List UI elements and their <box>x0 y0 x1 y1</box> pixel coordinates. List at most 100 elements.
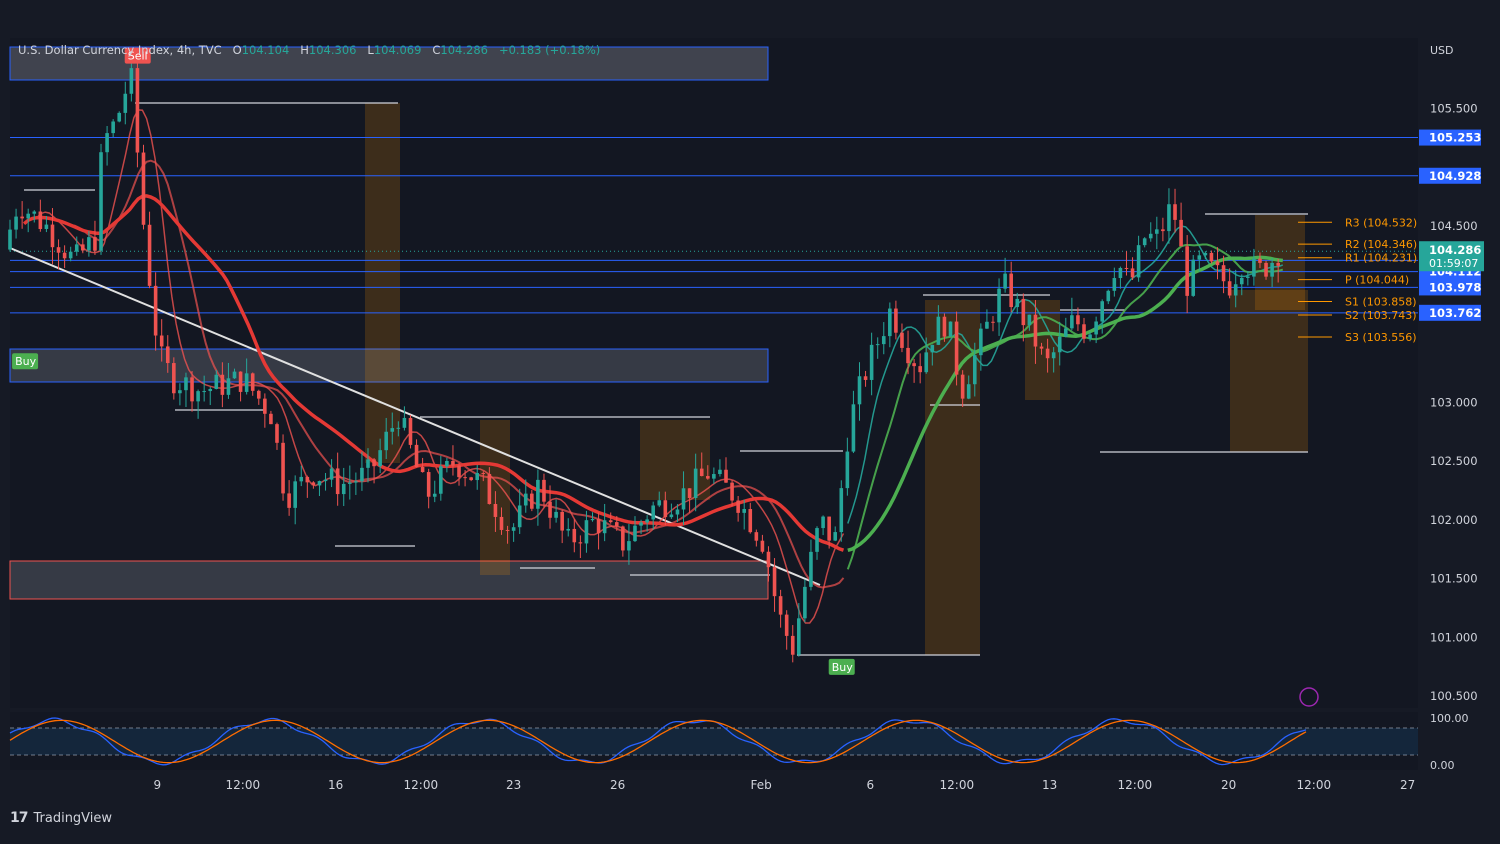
candle-body <box>329 468 334 480</box>
candle-body <box>184 377 188 391</box>
candle-body <box>554 511 558 518</box>
candle-body <box>366 459 370 468</box>
symbol-title[interactable]: U.S. Dollar Currency Index, 4h, TVC <box>18 43 222 57</box>
candle-body <box>269 413 273 425</box>
price-badge-label: 103.762 <box>1429 306 1481 320</box>
candle-body <box>305 476 310 483</box>
candle-body <box>602 520 607 534</box>
candle-body <box>281 442 285 494</box>
candle-body <box>881 336 886 345</box>
candle-body <box>360 467 364 482</box>
candle-body <box>699 468 704 477</box>
candle-body <box>530 493 534 509</box>
pivot-label-1: R2 (104.346) <box>1345 238 1417 251</box>
candle-body <box>1167 204 1171 232</box>
candle-body <box>1215 261 1220 266</box>
candle-body <box>1027 314 1032 326</box>
candle-body <box>1276 262 1280 266</box>
candle-body <box>566 528 571 531</box>
candle-body <box>1076 315 1080 325</box>
candle-body <box>724 469 728 483</box>
candle-body <box>390 428 395 432</box>
candle-body <box>1191 259 1196 296</box>
candle-body <box>560 511 564 531</box>
price-badge-label: 104.928 <box>1429 169 1481 183</box>
candle-body <box>475 473 480 481</box>
candle-body <box>50 224 55 248</box>
candle-body <box>1051 352 1056 359</box>
candle-body <box>517 505 522 528</box>
candle-body <box>1155 229 1159 234</box>
candle-body <box>202 391 206 393</box>
candle-body <box>1039 346 1044 349</box>
candle-body <box>1173 204 1177 220</box>
candle-body <box>111 121 115 134</box>
candle-body <box>8 229 12 250</box>
countdown-label: 01:59:07 <box>1429 257 1478 270</box>
candle-body <box>402 417 407 428</box>
high-label: H <box>300 43 309 57</box>
candle-body <box>123 93 128 113</box>
candle-body <box>1045 348 1050 359</box>
candle-body <box>712 474 716 479</box>
candle-body <box>1094 321 1098 335</box>
high-value: 104.306 <box>308 43 357 57</box>
zone-box-bottom <box>9 560 769 600</box>
candle-body <box>754 532 759 541</box>
candle-body <box>1185 246 1189 296</box>
candle-body <box>208 388 213 392</box>
candle-body <box>74 244 79 252</box>
candle-body <box>924 352 929 373</box>
low-value: 104.069 <box>373 43 422 57</box>
y-tick-label: 101.000 <box>1430 630 1478 644</box>
candle-body <box>948 321 953 337</box>
candle-body <box>681 488 686 510</box>
candle-body <box>499 516 504 530</box>
candle-body <box>32 211 37 214</box>
candle-body <box>693 468 698 499</box>
candle-body <box>1130 268 1135 278</box>
x-tick-label: 13 <box>1042 778 1057 792</box>
change-value: +0.183 (+0.18%) <box>498 43 601 57</box>
candle-body <box>159 335 164 347</box>
tradingview-logo[interactable]: 17 TradingView <box>10 810 112 826</box>
candle-body <box>748 509 753 533</box>
candle-body <box>190 377 194 402</box>
candle-body <box>718 469 722 475</box>
brand-label: TradingView <box>33 810 113 826</box>
candle-body <box>675 509 680 515</box>
candle-body <box>62 252 67 259</box>
candle-body <box>341 483 346 495</box>
candle-body <box>299 476 304 482</box>
stoch-level-label: 0.00 <box>1430 759 1455 772</box>
candle-body <box>105 133 109 153</box>
candle-body <box>432 493 437 497</box>
candle-body <box>335 468 340 495</box>
candle-body <box>93 237 97 251</box>
candle-body <box>596 519 601 534</box>
candle-body <box>196 391 200 402</box>
candle-body <box>657 500 662 506</box>
candle-body <box>572 528 577 543</box>
x-tick-label: Feb <box>751 778 772 792</box>
x-tick-label: 12:00 <box>404 778 439 792</box>
candle-body <box>1009 273 1013 308</box>
pivot-label-5: S2 (103.743) <box>1345 309 1417 322</box>
chart-canvas[interactable]: R3 (104.532) R2 (104.346)R1 (104.231) P (1… <box>0 0 1500 844</box>
x-tick-label: 16 <box>328 778 343 792</box>
candle-body <box>275 424 279 443</box>
x-tick-label: 20 <box>1221 778 1236 792</box>
x-tick-label: 27 <box>1400 778 1415 792</box>
candle-body <box>129 68 134 94</box>
candle-body <box>1118 267 1123 279</box>
candle-body <box>821 516 825 529</box>
candle-body <box>1112 278 1117 291</box>
candle-body <box>857 376 862 405</box>
candle-body <box>790 635 795 655</box>
candle-body <box>621 526 625 551</box>
x-tick-label: 12:00 <box>1297 778 1332 792</box>
candle-body <box>135 68 140 153</box>
candle-body <box>153 285 158 336</box>
candle-body <box>178 390 182 394</box>
candle-body <box>1142 238 1147 246</box>
